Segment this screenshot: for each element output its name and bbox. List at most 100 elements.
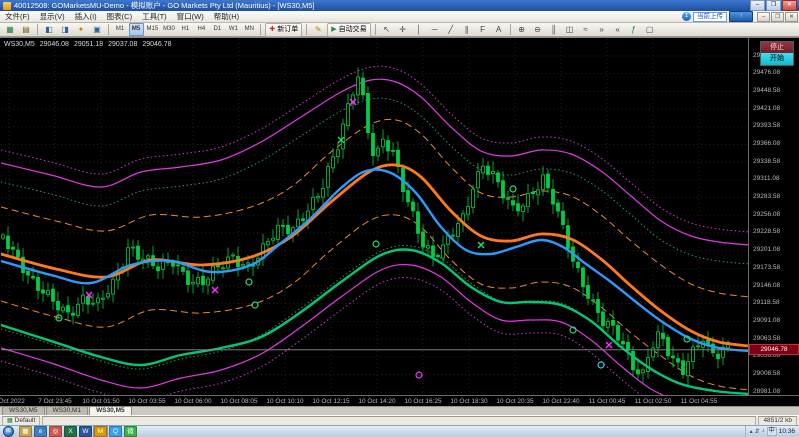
- timeframe-m30-button[interactable]: M30: [161, 23, 177, 36]
- zoom-in-icon[interactable]: ⊕: [514, 23, 529, 37]
- ohlc-close: 29046.78: [142, 41, 171, 48]
- templates-icon[interactable]: ▢: [642, 23, 657, 37]
- timeframe-mn-button[interactable]: MN: [242, 23, 257, 36]
- chrome-browser-taskbar-icon[interactable]: ◎: [49, 426, 62, 437]
- price-axis[interactable]: 29503.5829476.0829448.5829421.0829393.58…: [748, 38, 799, 396]
- time-tick-label: 11 Oct 00:45: [589, 398, 626, 405]
- upload-arrow-icon: ↑: [740, 13, 743, 19]
- auto-trading-button[interactable]: ▶自动交易: [327, 23, 370, 37]
- network-icon[interactable]: ⇵: [755, 428, 760, 435]
- toolbar-separator: [375, 24, 376, 35]
- chart-tab-1[interactable]: WS30,M1: [46, 406, 89, 415]
- terminal-icon[interactable]: ▣: [90, 23, 105, 37]
- trendline-tool-icon[interactable]: ╱: [443, 23, 458, 37]
- navigator-icon[interactable]: ✦: [74, 23, 89, 37]
- start-button[interactable]: ⊞: [3, 426, 14, 437]
- price-tick-label: 29448.58: [753, 87, 780, 94]
- horizontal-line-tool-icon[interactable]: ─: [427, 23, 442, 37]
- child-minimize-button[interactable]: –: [757, 12, 770, 22]
- menu-item-2[interactable]: 插入(I): [70, 11, 102, 22]
- time-tick-label: 10 Oct 16:25: [404, 398, 441, 405]
- child-restore-button[interactable]: ❐: [771, 12, 784, 22]
- metaeditor-icon[interactable]: ✎: [311, 23, 326, 37]
- time-tick-label: 10 Oct 06:00: [174, 398, 211, 405]
- menu-item-3[interactable]: 图表(C): [102, 11, 137, 22]
- excel-taskbar-icon[interactable]: X: [64, 426, 77, 437]
- chart-tab-0[interactable]: WS30,M5: [2, 406, 45, 415]
- fibonacci-tool-icon[interactable]: F: [475, 23, 490, 37]
- taskbar: ⊞ ▦e◎XWMQ微 ▴⇵♪ 中 10:36: [0, 425, 799, 437]
- minimize-button[interactable]: –: [750, 0, 765, 11]
- time-tick-label: 11 Oct 02:50: [635, 398, 672, 405]
- new-chart-icon[interactable]: ▦: [3, 23, 18, 37]
- upload-button[interactable]: ↑: [729, 11, 753, 22]
- time-tick-label: 10 Oct 22:40: [542, 398, 579, 405]
- text-tool-icon[interactable]: A: [491, 23, 506, 37]
- timeframe-m15-button[interactable]: M15: [145, 23, 161, 36]
- ea-stop-button[interactable]: 停止: [761, 42, 793, 53]
- auto-scroll-icon[interactable]: »: [594, 23, 609, 37]
- profile-name: Default: [15, 417, 36, 425]
- indicators-icon[interactable]: ƒ: [626, 23, 641, 37]
- circle-marker: [510, 186, 516, 192]
- explorer-taskbar-icon[interactable]: ▦: [19, 426, 32, 437]
- new-order-button[interactable]: ✚新订单: [265, 23, 302, 37]
- ea-start-button[interactable]: 开始: [761, 53, 793, 65]
- wechat-taskbar-icon[interactable]: 微: [124, 426, 137, 437]
- word-taskbar-icon[interactable]: W: [79, 426, 92, 437]
- channel-tool-icon[interactable]: ∥: [459, 23, 474, 37]
- toolbar-separator: [260, 24, 261, 35]
- fast-ma-thick-blue: [1, 170, 749, 351]
- upper-band-outer-dotted-line: [1, 66, 749, 232]
- time-tick-label: 10 Oct 18:30: [450, 398, 487, 405]
- chart-shift-icon[interactable]: «: [610, 23, 625, 37]
- qq-taskbar-icon[interactable]: Q: [109, 426, 122, 437]
- chart-plot-area[interactable]: [1, 39, 749, 396]
- taskbar-clock: 10:36: [779, 426, 795, 437]
- restore-button[interactable]: ❐: [766, 0, 781, 11]
- menu-item-1[interactable]: 显示(V): [35, 11, 70, 22]
- data-window-icon[interactable]: ◨: [58, 23, 73, 37]
- menu-item-4[interactable]: 工具(T): [137, 11, 172, 22]
- candle-chart-mode-icon[interactable]: ◫: [562, 23, 577, 37]
- market-watch-icon[interactable]: ◧: [42, 23, 57, 37]
- crosshair-tool-icon[interactable]: ✛: [395, 23, 410, 37]
- mt4-terminal-taskbar-icon[interactable]: M: [94, 426, 107, 437]
- vertical-line-tool-icon[interactable]: │: [411, 23, 426, 37]
- menu-item-0[interactable]: 文件(F): [0, 11, 35, 22]
- ohlc-high: 29051.18: [74, 41, 103, 48]
- time-tick-label: 10 Oct 08:05: [220, 398, 257, 405]
- tray-icons: ▴⇵♪: [750, 428, 765, 435]
- menu-item-5[interactable]: 窗口(W): [172, 11, 209, 22]
- volume-icon[interactable]: ♪: [762, 428, 765, 435]
- ie-browser-taskbar-icon[interactable]: e: [34, 426, 47, 437]
- timeframe-m1-button[interactable]: M1: [113, 23, 128, 36]
- ohlc-open: 29046.08: [40, 41, 69, 48]
- timeframe-h4-button[interactable]: H4: [194, 23, 209, 36]
- zoom-out-icon[interactable]: ⊖: [530, 23, 545, 37]
- price-tick-label: 29393.58: [753, 122, 780, 129]
- candlesticks: [2, 68, 730, 386]
- timeframe-h1-button[interactable]: H1: [178, 23, 193, 36]
- cursor-tool-icon[interactable]: ↖: [379, 23, 394, 37]
- language-indicator[interactable]: 中: [767, 427, 777, 436]
- close-button[interactable]: ✕: [782, 0, 797, 11]
- app-icon: [3, 2, 11, 10]
- timeframe-d1-button[interactable]: D1: [210, 23, 225, 36]
- price-tick-label: 29063.58: [753, 335, 780, 342]
- timeframe-w1-button[interactable]: W1: [226, 23, 241, 36]
- timeframe-m5-button[interactable]: M5: [129, 23, 144, 36]
- ohlc-low: 29037.08: [108, 41, 137, 48]
- chart-canvas: [1, 39, 749, 396]
- bar-chart-mode-icon[interactable]: ║: [546, 23, 561, 37]
- upload-cloud-icon: ↥: [682, 12, 691, 21]
- time-tick-label: 10 Oct 03:55: [128, 398, 165, 405]
- child-close-button[interactable]: ✕: [785, 12, 798, 22]
- hidden-icons[interactable]: ▴: [750, 428, 753, 435]
- chart-symbol-label: WS30,M5: [4, 41, 35, 48]
- menu-item-6[interactable]: 帮助(H): [209, 11, 244, 22]
- line-chart-mode-icon[interactable]: ≈: [578, 23, 593, 37]
- price-tick-label: 29008.58: [753, 370, 780, 377]
- profiles-icon[interactable]: ▤: [19, 23, 34, 37]
- chart-tab-2[interactable]: WS30,M5: [89, 406, 132, 415]
